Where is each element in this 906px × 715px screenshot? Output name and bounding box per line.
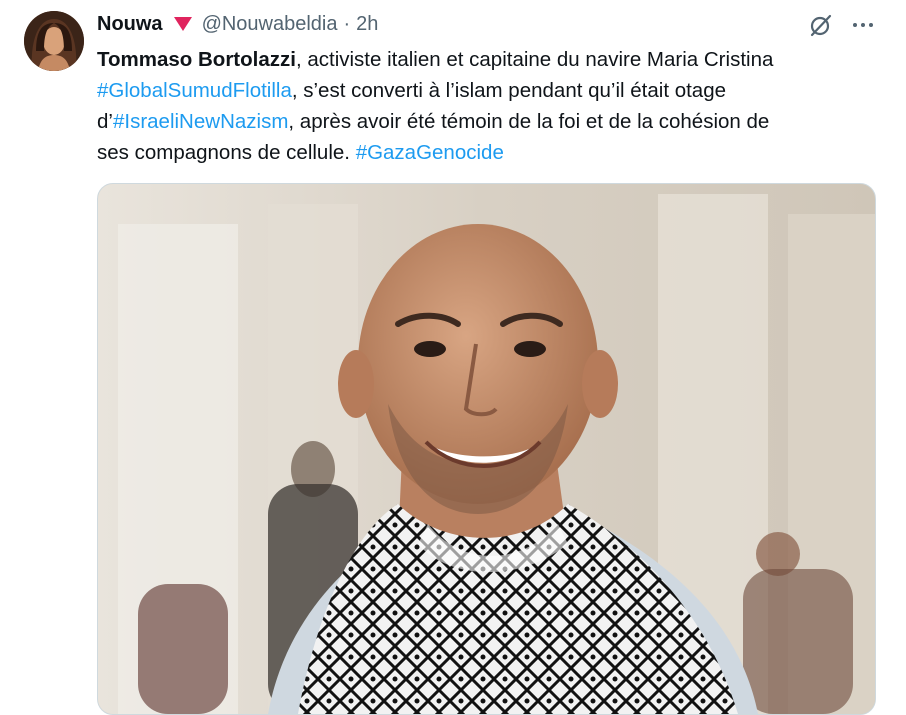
tweet-actions [808, 12, 876, 38]
text-segment: ses compagnons de cellule. [97, 141, 356, 164]
author-name[interactable]: Nouwa [97, 13, 163, 36]
hashtag-gaza-genocide[interactable]: #GazaGenocide [356, 141, 504, 164]
tweet-photo[interactable] [97, 183, 876, 715]
tweet-line-3: d’#IsraeliNewNazism, après avoir été tém… [97, 106, 887, 137]
timestamp[interactable]: 2h [356, 13, 378, 36]
more-dots-icon[interactable] [850, 12, 876, 38]
hashtag-global-sumud-flotilla[interactable]: #GlobalSumudFlotilla [97, 79, 292, 102]
red-triangle-icon [172, 15, 194, 33]
tweet-text: Tommaso Bortolazzi, activiste italien et… [97, 44, 887, 168]
tweet-header: Nouwa @Nouwabeldia · 2h [97, 11, 378, 37]
author-handle[interactable]: @Nouwabeldia [202, 13, 338, 36]
grok-slash-icon[interactable] [808, 12, 834, 38]
text-segment: , après avoir été témoin de la foi et de… [288, 110, 770, 133]
text-segment: , activiste italien et capitaine du navi… [295, 48, 774, 71]
hashtag-israeli-new-nazism[interactable]: #IsraeliNewNazism [113, 110, 288, 133]
tweet-line-2: #GlobalSumudFlotilla, s’est converti à l… [97, 75, 887, 106]
separator-dot: · [343, 12, 351, 35]
avatar[interactable] [24, 11, 84, 71]
tweet-line-4: ses compagnons de cellule. #GazaGenocide [97, 137, 887, 168]
text-segment: d’ [97, 110, 113, 133]
tweet-line-1: Tommaso Bortolazzi, activiste italien et… [97, 44, 887, 75]
bold-name: Tommaso Bortolazzi [97, 48, 296, 71]
text-segment: , s’est converti à l’islam pendant qu’il… [291, 79, 727, 102]
